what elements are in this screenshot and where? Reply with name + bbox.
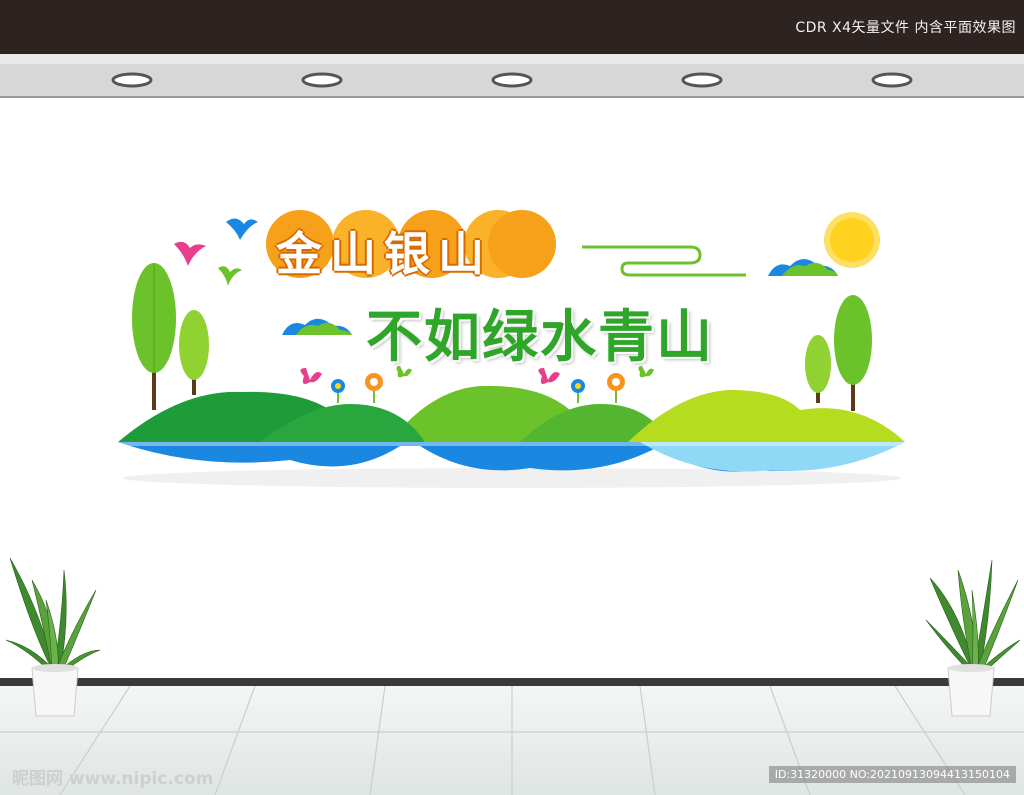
ceiling-light [491,72,533,88]
ceiling-light [301,72,343,88]
header-text: CDR X4矢量文件 内含平面效果图 [795,20,1016,36]
title-line2: 不如绿水青山 [366,305,714,370]
ceiling [0,54,1024,98]
bird-icon [218,266,242,286]
bird-icon [174,241,206,266]
watermark-logo: 昵图网 www.nipic.com [12,769,214,789]
water [118,442,905,472]
bird-icon [226,218,258,240]
flower-icon [571,379,585,403]
potted-plant-right [925,559,1021,717]
flower-icon [607,373,625,403]
cloud-icon [768,259,838,276]
cloud-icon [282,318,352,335]
tree-right [805,295,872,411]
watermark-id: ID:31320000 NO:20210913094413150104 [768,766,1016,783]
ceiling-light [871,72,913,88]
flower-icon [331,379,345,403]
header-bar: CDR X4矢量文件 内含平面效果图 [0,0,1024,54]
baseboard [0,678,1024,686]
tree-left [132,263,209,410]
ceiling-light [111,72,153,88]
sun-icon [824,212,880,268]
hills [118,385,905,442]
butterfly-icon [300,368,322,384]
wind-lines [582,245,746,277]
flower-icon [365,373,383,403]
potted-plant-left [5,557,101,717]
title-line1: 金山银山 [276,227,492,281]
ceiling-light [681,72,723,88]
